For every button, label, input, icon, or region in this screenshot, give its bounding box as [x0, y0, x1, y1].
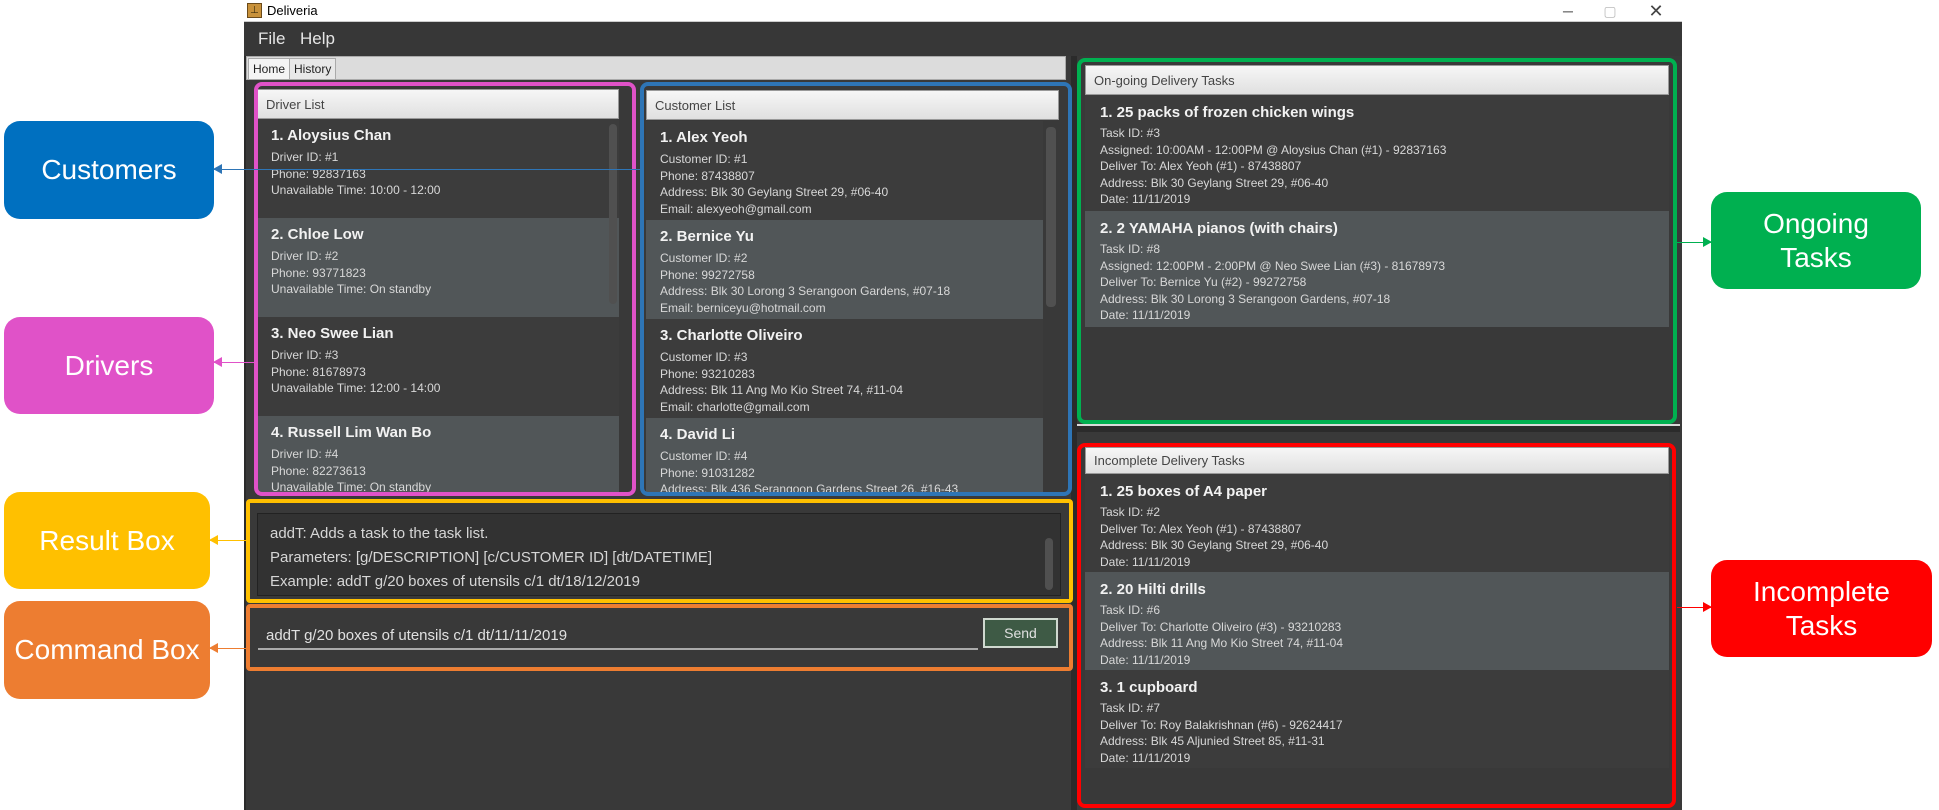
- tab-bar: Home History: [246, 56, 1066, 80]
- menu-bar: File Help: [244, 22, 1682, 56]
- app-icon: ⊥: [247, 3, 262, 18]
- tab-history[interactable]: History: [289, 58, 337, 80]
- split-divider[interactable]: [1077, 424, 1680, 432]
- incomplete-highlight: [1077, 443, 1676, 808]
- tab-home[interactable]: Home: [248, 58, 291, 80]
- annotation-drivers: Drivers: [4, 317, 214, 414]
- annotation-incomplete: Incomplete Tasks: [1711, 560, 1932, 657]
- customers-highlight: [640, 82, 1072, 496]
- minimize-icon[interactable]: ─: [1548, 0, 1588, 22]
- arrow-ongoing: [1677, 237, 1712, 247]
- maximize-icon[interactable]: ▢: [1590, 0, 1630, 22]
- ongoing-highlight: [1077, 58, 1677, 424]
- drivers-highlight: [254, 82, 636, 496]
- menu-file[interactable]: File: [258, 29, 285, 49]
- annotation-ongoing: Ongoing Tasks: [1711, 192, 1921, 289]
- title-bar: ⊥ Deliveria ─ ▢ ✕: [244, 0, 1682, 22]
- annotation-command: Command Box: [4, 601, 210, 699]
- close-icon[interactable]: ✕: [1636, 0, 1676, 22]
- arrow-incomplete: [1677, 602, 1712, 612]
- result-highlight: [246, 499, 1073, 603]
- annotation-result: Result Box: [4, 492, 210, 589]
- arrow-command: [209, 643, 248, 653]
- command-highlight: [246, 604, 1073, 671]
- arrow-customers: [213, 164, 642, 174]
- arrow-result: [209, 535, 248, 545]
- menu-help[interactable]: Help: [300, 29, 335, 49]
- window-title: Deliveria: [267, 3, 318, 18]
- arrow-drivers: [213, 357, 256, 367]
- annotation-customers: Customers: [4, 121, 214, 219]
